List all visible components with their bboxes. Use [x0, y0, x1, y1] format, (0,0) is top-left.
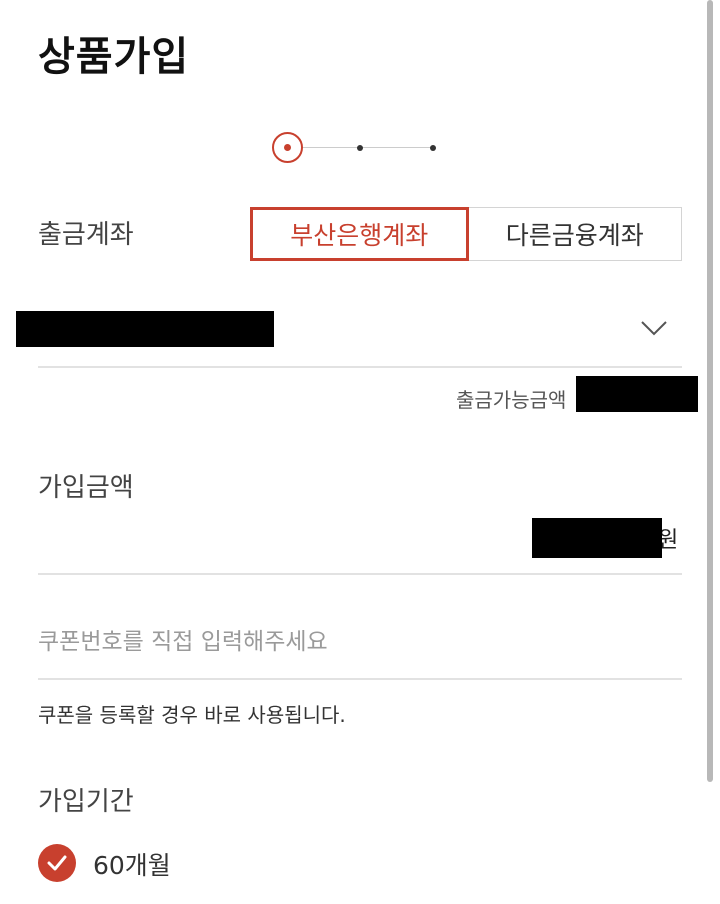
- available-balance-label: 출금가능금액: [456, 388, 567, 412]
- join-period-label: 가입기간: [38, 787, 134, 817]
- step-3: [430, 145, 436, 151]
- page-title: 상품가입: [38, 34, 190, 80]
- step-1-active: [272, 132, 303, 163]
- amount-divider: [38, 573, 682, 575]
- join-amount-label: 가입금액: [38, 473, 134, 503]
- scrollbar[interactable]: [707, 0, 713, 782]
- account-divider: [38, 366, 682, 368]
- available-balance-redacted: [576, 376, 698, 412]
- progress-stepper: [272, 132, 442, 164]
- coupon-input[interactable]: [38, 622, 682, 662]
- period-option-60-months[interactable]: 60개월: [93, 846, 171, 882]
- coupon-divider: [38, 678, 682, 680]
- product-signup-page: 상품가입 출금계좌 부산은행계좌 다른금융계좌 출금가능금액 가입금액 원 쿠폰…: [0, 0, 720, 904]
- withdrawal-account-label: 출금계좌: [38, 220, 134, 250]
- busan-bank-account-button[interactable]: 부산은행계좌: [250, 207, 469, 261]
- step-2: [357, 145, 363, 151]
- other-bank-account-button[interactable]: 다른금융계좌: [468, 208, 681, 260]
- account-type-toggle: 부산은행계좌 다른금융계좌: [250, 207, 682, 261]
- check-circle-icon[interactable]: [38, 844, 76, 882]
- join-amount-redacted[interactable]: [532, 518, 662, 558]
- chevron-down-icon[interactable]: [640, 318, 668, 338]
- account-number-redacted[interactable]: [16, 311, 274, 347]
- coupon-note: 쿠폰을 등록할 경우 바로 사용됩니다.: [38, 703, 346, 727]
